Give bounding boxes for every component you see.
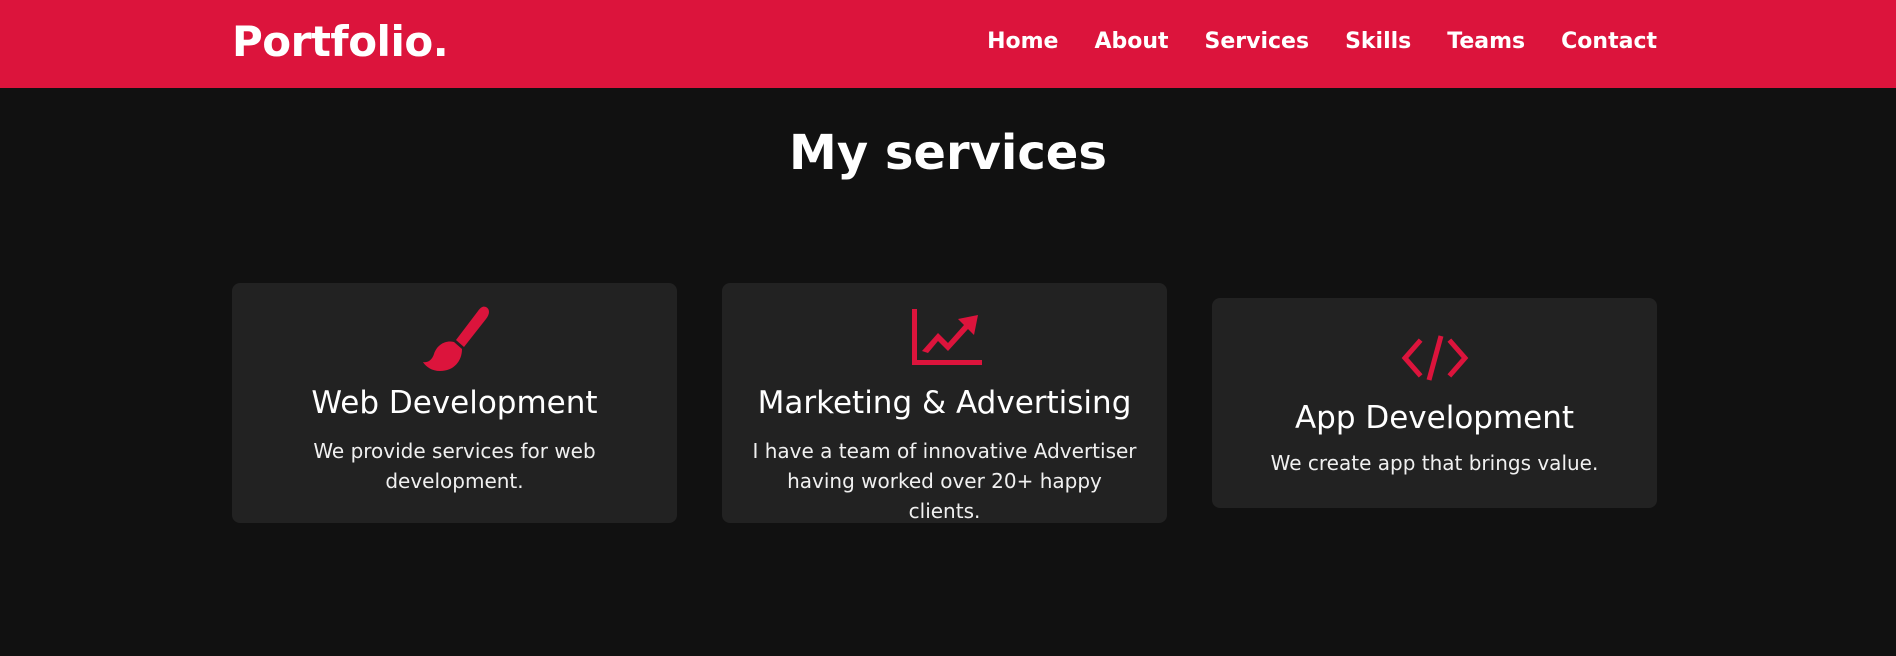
nav-link-skills[interactable]: Skills: [1345, 22, 1411, 62]
nav-link-about[interactable]: About: [1094, 22, 1168, 62]
nav-link-contact[interactable]: Contact: [1561, 22, 1657, 62]
card-title: Marketing & Advertising: [757, 385, 1132, 421]
service-card-app-development[interactable]: App Development We create app that bring…: [1212, 298, 1657, 508]
card-description: We provide services for web development.: [313, 439, 596, 493]
code-icon: [1401, 335, 1468, 381]
service-card-web-development[interactable]: Web Development We provide services for …: [232, 283, 677, 523]
card-title: Web Development: [311, 385, 598, 421]
paint-brush-icon: [422, 306, 489, 371]
nav-link-services[interactable]: Services: [1205, 22, 1310, 62]
nav-menu: Home About Services Skills Teams Contact: [951, 22, 1657, 62]
navbar: Portfolio. Home About Services Skills Te…: [0, 0, 1896, 88]
nav-link-home[interactable]: Home: [987, 22, 1058, 62]
card-description: I have a team of innovative Advertiser h…: [752, 439, 1137, 523]
service-card-marketing[interactable]: Marketing & Advertising I have a team of…: [722, 283, 1167, 523]
section-title: My services: [789, 125, 1107, 181]
logo[interactable]: Portfolio.: [232, 14, 449, 70]
card-title: App Development: [1294, 400, 1575, 436]
chart-line-icon: [911, 309, 982, 365]
nav-link-teams[interactable]: Teams: [1447, 22, 1525, 62]
card-description: We create app that brings value.: [1270, 451, 1599, 475]
